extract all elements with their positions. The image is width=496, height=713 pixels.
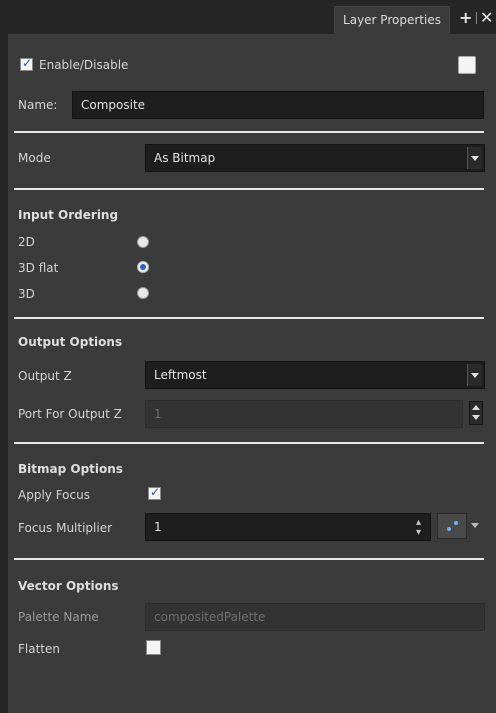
stepper-up-icon — [472, 405, 480, 410]
mode-dropdown[interactable]: As Bitmap — [145, 144, 485, 172]
option-3d-flat-label: 3D flat — [18, 261, 59, 275]
vector-options-title: Vector Options — [18, 579, 119, 593]
mode-value: As Bitmap — [154, 151, 216, 165]
divider — [14, 131, 484, 133]
port-output-z-label: Port For Output Z — [18, 407, 122, 421]
input-ordering-title: Input Ordering — [18, 208, 119, 222]
layer-color-swatch[interactable] — [458, 56, 476, 74]
palette-name-label: Palette Name — [18, 610, 99, 624]
focus-multiplier-label: Focus Multiplier — [18, 521, 113, 535]
layer-properties-panel: Enable/Disable Name: Composite Mode As B… — [8, 34, 496, 713]
port-output-z-stepper[interactable] — [469, 401, 483, 425]
divider — [14, 442, 484, 444]
output-z-label: Output Z — [18, 369, 72, 383]
apply-focus-label: Apply Focus — [18, 488, 90, 502]
chevron-down-icon — [467, 147, 482, 169]
divider — [14, 188, 484, 190]
radio-2d[interactable] — [137, 236, 149, 248]
tab-bar: Layer Properties + ✕ — [0, 0, 496, 34]
stepper-down-icon — [472, 415, 480, 420]
function-curve-button[interactable] — [437, 513, 467, 539]
focus-multiplier-stepper[interactable]: ▴ ▾ — [416, 518, 421, 538]
enable-label: Enable/Disable — [39, 58, 129, 72]
chevron-down-icon — [467, 364, 482, 386]
option-3d-label: 3D — [18, 287, 35, 301]
palette-name-field[interactable]: compositedPalette — [145, 603, 485, 631]
radio-3d-flat[interactable] — [137, 261, 149, 273]
close-icon[interactable]: ✕ — [480, 8, 493, 28]
add-panel-icon[interactable]: + — [459, 8, 472, 28]
mode-label: Mode — [18, 151, 51, 165]
focus-multiplier-value: 1 — [154, 520, 162, 534]
chevron-down-icon[interactable] — [471, 523, 479, 528]
output-z-value: Leftmost — [154, 368, 207, 382]
output-options-title: Output Options — [18, 335, 123, 349]
focus-multiplier-field[interactable]: 1 — [145, 513, 431, 541]
option-2d-label: 2D — [18, 235, 35, 249]
name-label: Name: — [18, 98, 58, 112]
name-field[interactable]: Composite — [72, 91, 484, 119]
tab-separator — [476, 12, 477, 24]
output-z-dropdown[interactable]: Leftmost — [145, 361, 485, 389]
enable-checkbox[interactable] — [20, 56, 33, 71]
apply-focus-checkbox[interactable] — [148, 485, 161, 500]
flatten-checkbox[interactable] — [146, 640, 161, 655]
bitmap-options-title: Bitmap Options — [18, 462, 123, 476]
divider — [14, 317, 484, 319]
flatten-label: Flatten — [18, 642, 60, 656]
divider — [14, 558, 484, 560]
radio-3d[interactable] — [137, 287, 149, 299]
tab-layer-properties[interactable]: Layer Properties — [334, 6, 450, 34]
port-output-z-field[interactable]: 1 — [145, 400, 463, 428]
